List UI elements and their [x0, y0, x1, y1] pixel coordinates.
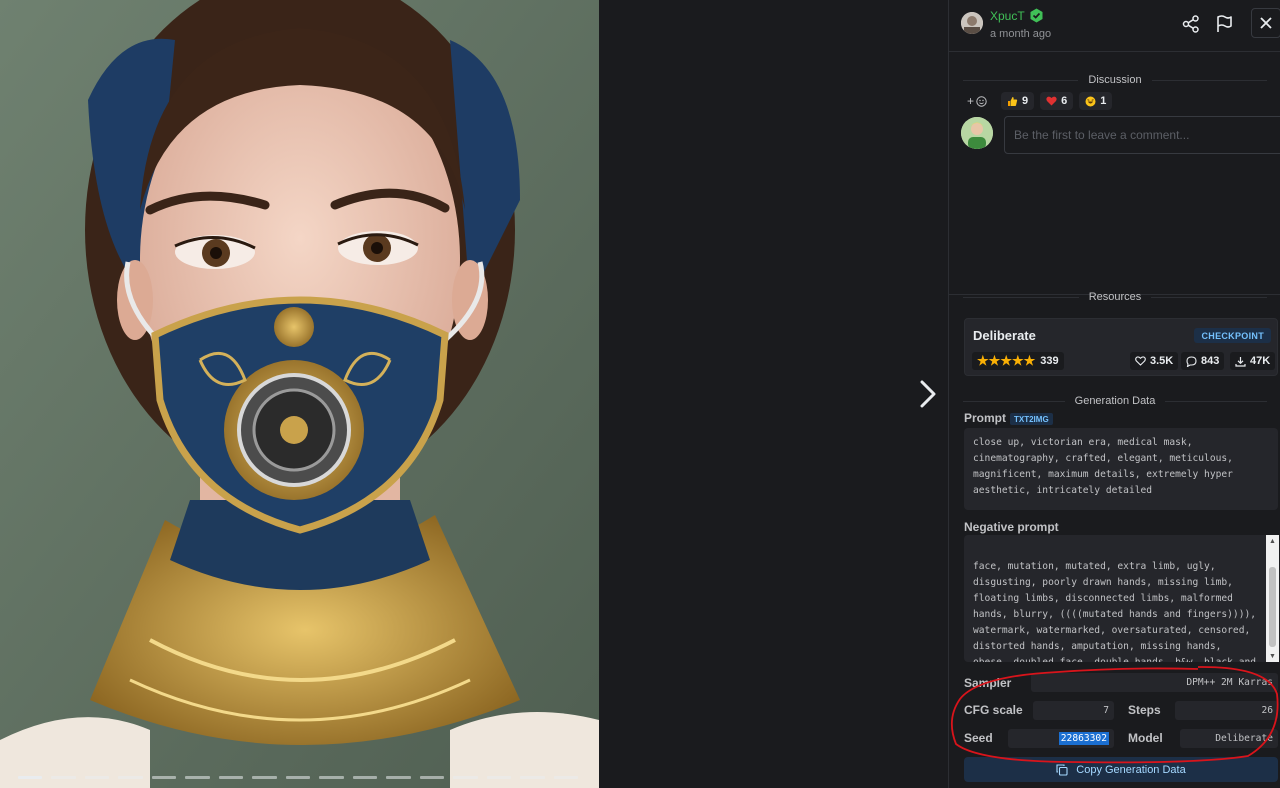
- sampler-value: DPM++ 2M Karras: [1031, 673, 1278, 692]
- portrait-illustration: [0, 0, 599, 788]
- slide-indicators: [18, 776, 578, 779]
- cfg-scale-label: CFG scale: [964, 703, 1023, 717]
- seed-selected-text: 22863302: [1058, 732, 1109, 745]
- copy-generation-data-button[interactable]: Copy Generation Data: [964, 757, 1278, 782]
- post-time: a month ago: [990, 28, 1052, 40]
- scroll-up-icon[interactable]: ▲: [1268, 537, 1277, 545]
- image-viewer: [0, 0, 948, 788]
- share-icon: [1182, 15, 1199, 33]
- download-icon: [1235, 356, 1246, 367]
- slide-indicator[interactable]: [185, 776, 210, 779]
- resource-type-badge: CHECKPOINT: [1194, 328, 1271, 343]
- reaction-laugh[interactable]: 1: [1079, 92, 1113, 110]
- slide-indicator[interactable]: [386, 776, 411, 779]
- slide-indicator[interactable]: [18, 776, 43, 779]
- user-avatar[interactable]: [961, 12, 983, 34]
- verified-badge-icon: [1029, 8, 1044, 23]
- likes-stat: 3.5K: [1130, 352, 1179, 370]
- reaction-heart[interactable]: 6: [1040, 92, 1074, 110]
- comment-input[interactable]: Be the first to leave a comment...: [1004, 116, 1280, 154]
- slide-indicator[interactable]: [285, 776, 311, 779]
- steps-label: Steps: [1128, 703, 1161, 717]
- star-icon: ★: [977, 353, 989, 368]
- current-user-avatar: [961, 117, 993, 149]
- add-reaction-button[interactable]: +: [967, 92, 995, 110]
- cfg-scale-value: 7: [1033, 701, 1114, 720]
- star-icon: ★: [1000, 353, 1012, 368]
- thumbs-up-icon: [1008, 96, 1018, 106]
- star-icon: ★: [1011, 353, 1024, 368]
- negative-prompt-text[interactable]: face, mutation, mutated, extra limb, ugl…: [964, 535, 1278, 662]
- heart-outline-icon: [1135, 356, 1146, 366]
- star-icon: ★: [988, 353, 1001, 368]
- slide-indicator[interactable]: [252, 776, 277, 779]
- rating-badge: ★★★★★ 339: [972, 352, 1064, 370]
- downloads-stat: 47K: [1230, 352, 1276, 370]
- next-image-button[interactable]: [912, 376, 944, 412]
- star-rating: ★★★★★: [977, 354, 1035, 368]
- txt2img-badge: TXT2IMG: [1010, 413, 1053, 425]
- slide-indicator[interactable]: [218, 776, 244, 779]
- slide-indicator[interactable]: [553, 776, 578, 779]
- close-icon: [1260, 17, 1272, 29]
- slide-indicator[interactable]: [151, 776, 177, 779]
- scroll-down-icon[interactable]: ▼: [1268, 652, 1277, 660]
- slide-indicator[interactable]: [419, 776, 445, 779]
- negative-prompt-scrollbar[interactable]: ▲ ▼: [1266, 535, 1279, 662]
- slide-indicator[interactable]: [319, 776, 344, 779]
- scrollbar-thumb[interactable]: [1269, 567, 1276, 647]
- generation-data-heading: Generation Data: [949, 394, 1280, 408]
- resource-name: Deliberate: [973, 328, 1036, 343]
- resource-card[interactable]: Deliberate CHECKPOINT ★★★★★ 339 3.5K 843…: [964, 318, 1278, 376]
- comment-icon: [1186, 355, 1197, 367]
- slide-indicator[interactable]: [520, 776, 545, 779]
- model-value: Deliberate: [1180, 729, 1278, 748]
- copy-icon: [1056, 763, 1068, 776]
- reaction-bar: + 9 6 1: [967, 92, 1113, 110]
- slide-indicator[interactable]: [118, 776, 143, 779]
- smiley-icon: [976, 95, 987, 107]
- reaction-thumbs-up[interactable]: 9: [1001, 92, 1035, 110]
- model-label: Model: [1128, 731, 1163, 745]
- sampler-label: Sampler: [964, 676, 1012, 690]
- star-icon: ★: [1023, 353, 1036, 368]
- share-button[interactable]: [1177, 10, 1205, 38]
- resources-heading: Resources: [949, 290, 1280, 304]
- username-link[interactable]: XpucT: [990, 9, 1025, 23]
- panel-header: XpucT a month ago: [949, 0, 1280, 52]
- flag-icon: [1217, 15, 1232, 32]
- app-root: XpucT a month ago Discussion + 9 6 1 Be …: [0, 0, 1280, 788]
- discussion-heading: Discussion: [949, 73, 1280, 87]
- seed-value[interactable]: 22863302: [1008, 729, 1114, 748]
- prompt-text: close up, victorian era, medical mask, c…: [964, 428, 1278, 510]
- laughing-icon: [1085, 96, 1096, 106]
- negative-prompt-label: Negative prompt: [964, 520, 1059, 534]
- slide-indicator[interactable]: [84, 776, 110, 779]
- close-button[interactable]: [1251, 8, 1280, 38]
- slide-indicator[interactable]: [453, 776, 478, 779]
- heart-icon: [1046, 96, 1057, 106]
- slide-indicator[interactable]: [51, 776, 76, 779]
- chevron-right-icon: [920, 380, 936, 408]
- slide-indicator[interactable]: [486, 776, 512, 779]
- details-panel: XpucT a month ago Discussion + 9 6 1 Be …: [948, 0, 1280, 788]
- steps-value: 26: [1175, 701, 1278, 720]
- comments-stat: 843: [1181, 352, 1225, 370]
- report-button[interactable]: [1210, 10, 1238, 38]
- slide-indicator[interactable]: [352, 776, 378, 779]
- generated-image: [0, 0, 599, 788]
- prompt-label: Prompt: [964, 411, 1006, 425]
- seed-label: Seed: [964, 731, 993, 745]
